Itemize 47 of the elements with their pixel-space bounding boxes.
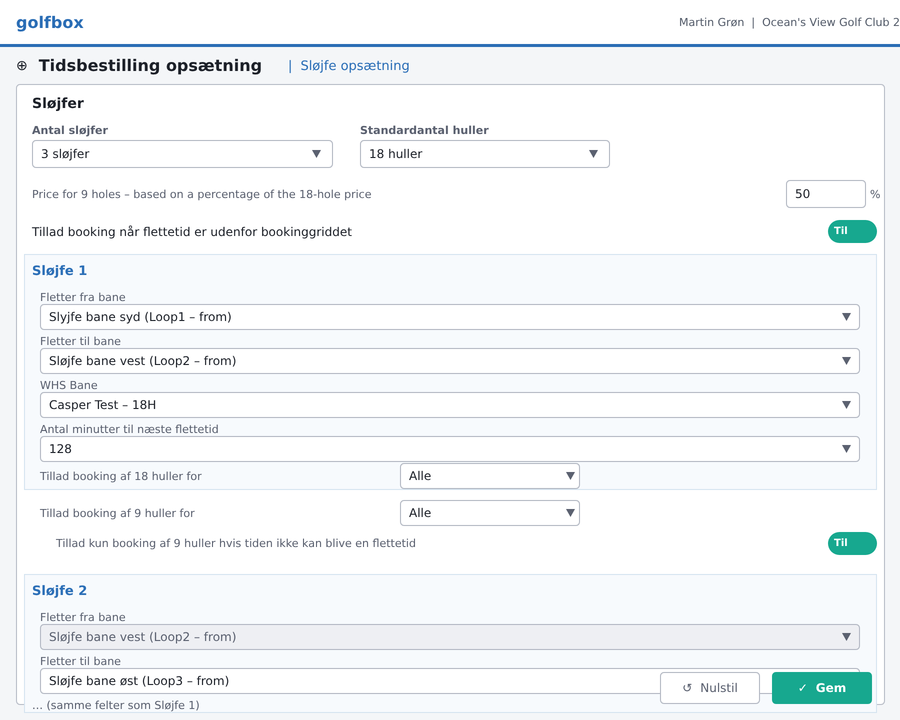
breadcrumb-link[interactable]: Sløjfe opsætning [300,58,410,74]
card-title: Sløjfer [32,96,85,113]
reset-button[interactable]: ↺ Nulstil [660,672,760,704]
dropdown[interactable]: Sløjfe bane vest (Loop2 – from) [40,348,860,374]
dropdown[interactable]: Alle [400,500,580,526]
separator: | [751,16,756,28]
field-label: Tillad booking af 9 huller for [40,506,196,520]
caret-icon [312,150,321,158]
caret-icon [566,509,575,517]
field-label: Price for 9 holes – based on a percentage of the 18-hole price [32,188,372,200]
field-label: Tillad booking af 18 huller for [40,470,203,482]
field-label: Fletter fra bane [40,291,127,304]
caret-icon [842,445,851,453]
club-name: Ocean's View Golf Club 2 [762,16,900,28]
reset-icon: ↺ [682,681,692,695]
logo[interactable]: golfbox [16,12,84,32]
caret-icon [842,357,851,365]
dropdown[interactable]: Slyjfe bane syd (Loop1 – from) [40,304,860,330]
field-label: Antal sløjfer [32,124,109,138]
field-label: WHS Bane [40,379,99,392]
breadcrumb-separator: | [288,58,292,74]
setting-label: Tillad booking når flettetid er udenfor bookinggriddet [32,224,352,238]
unit-label: % [870,188,878,200]
dropdown[interactable]: 18 huller [360,140,610,168]
loop-title: Sløjfe 1 [32,264,88,280]
dropdown[interactable]: 3 sløjfer [32,140,333,168]
field-label: Fletter til bane [40,655,122,668]
caret-icon [566,472,575,480]
percent-input[interactable]: 50 [786,180,866,208]
caret-icon [842,633,851,641]
dropdown[interactable]: 128 [40,436,860,462]
note-text: … (samme felter som Sløjfe 1) [32,699,201,712]
setting-label: Tillad kun booking af 9 huller hvis tiden ikke kan blive en flettetid [56,537,417,550]
page-title: Tidsbestilling opsætning [38,56,262,76]
dropdown[interactable]: Alle [400,463,580,489]
field-label: Standardantal huller [360,124,490,138]
dropdown[interactable]: Casper Test – 18H [40,392,860,418]
caret-icon [589,150,598,158]
user-name: Martin Grøn [679,16,744,28]
field-label: Fletter til bane [40,335,122,348]
caret-icon [842,313,851,321]
circled-plus-icon: ⊕ [16,58,28,74]
caret-icon [842,401,851,409]
loop-title: Sløjfe 2 [32,584,88,600]
field-label: Fletter fra bane [40,611,127,624]
field-label: Antal minutter til næste flettetid [40,423,220,436]
check-icon: ✓ [798,681,808,695]
